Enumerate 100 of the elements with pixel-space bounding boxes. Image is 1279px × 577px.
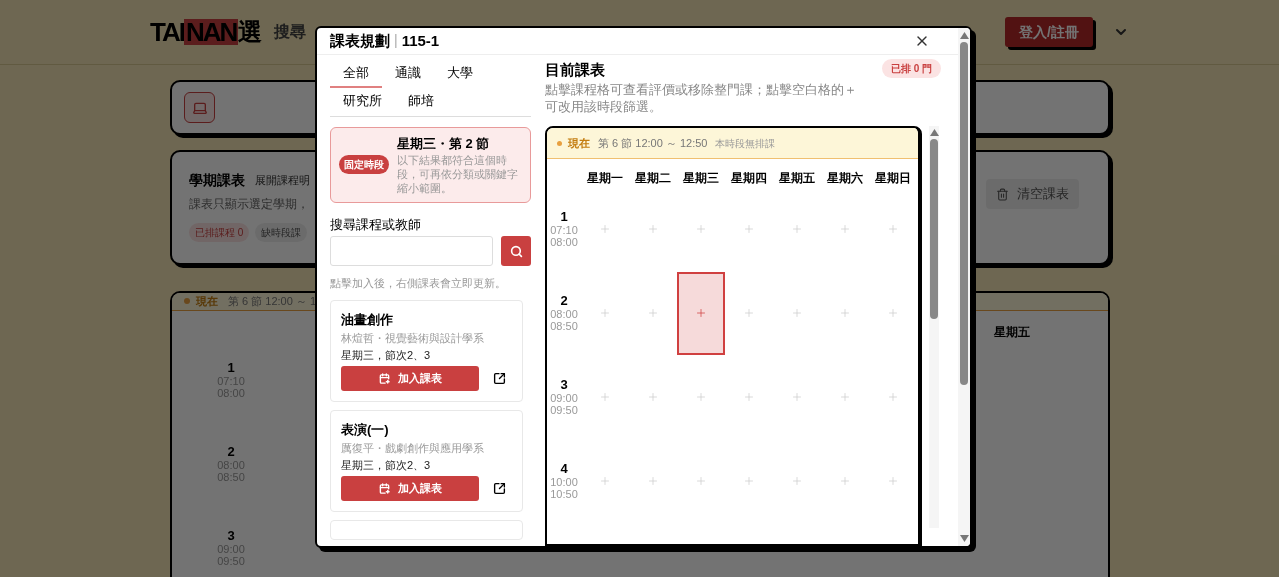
filter-tab[interactable]: 大學: [434, 59, 486, 88]
plus-icon: [695, 475, 707, 487]
nav-link[interactable]: 搜尋: [274, 20, 307, 44]
plus-icon: [887, 223, 899, 235]
day-header: 星期日: [874, 170, 912, 187]
plus-icon: [647, 475, 659, 487]
plus-icon: [791, 307, 803, 319]
filter-tab[interactable]: 全部: [330, 59, 382, 88]
period-time: 10:00: [550, 476, 578, 488]
search-label: 搜尋課程或教師: [330, 215, 422, 234]
plus-icon: [887, 475, 899, 487]
plus-icon: [599, 307, 611, 319]
calendar-plus-icon: [378, 482, 390, 494]
plus-icon: [839, 475, 851, 487]
period-time: 07:10: [550, 224, 578, 236]
slot-title: 星期三・第 2 節: [397, 134, 491, 153]
period-number: 1: [227, 359, 235, 375]
day-header: 星期五: [994, 323, 1030, 341]
plus-icon: [839, 223, 851, 235]
plus-icon: [743, 475, 755, 487]
plus-icon: [599, 223, 611, 235]
laptop-button[interactable]: [184, 92, 215, 123]
day-header: 星期四: [730, 170, 768, 187]
plus-icon: [647, 307, 659, 319]
course-name: 油畫創作: [341, 310, 394, 329]
scrollbar[interactable]: [929, 126, 939, 528]
search-field[interactable]: [330, 236, 493, 266]
period-number: 1: [560, 209, 568, 224]
plus-icon: [647, 391, 659, 403]
plus-icon: [743, 223, 755, 235]
card-description: 課表只顯示選定學期，: [189, 196, 310, 213]
scroll-up-icon[interactable]: [959, 32, 969, 39]
fixed-slot-badge: 固定時段: [339, 155, 389, 174]
filter-tab[interactable]: 研究所: [330, 87, 395, 116]
external-link-icon[interactable]: [493, 371, 506, 385]
period-number: 3: [227, 527, 235, 543]
now-label: 現在: [196, 294, 218, 309]
period-time: 08:00: [550, 308, 578, 320]
plus-icon: [743, 391, 755, 403]
external-link-icon[interactable]: [493, 481, 506, 495]
plus-icon: [695, 391, 707, 403]
plus-icon: [695, 307, 707, 319]
login-button[interactable]: 登入/註冊: [1005, 17, 1093, 47]
period-number: 2: [560, 293, 568, 308]
filter-tab[interactable]: 師培: [395, 87, 447, 116]
term-label: 115-1: [401, 30, 440, 51]
course-time: 星期三，節次2、3: [341, 347, 432, 363]
day-header: 星期五: [778, 170, 816, 187]
plus-icon: [791, 391, 803, 403]
course-teacher: 林煊哲・視覺藝術與設計學系: [341, 330, 485, 346]
add-course-button[interactable]: 加入課表: [341, 475, 479, 501]
plus-icon: [599, 391, 611, 403]
plus-icon: [647, 223, 659, 235]
period-time: 09:50: [550, 404, 578, 416]
period-time: 09:00: [550, 392, 578, 404]
period-time: 08:00: [550, 236, 578, 248]
hint-text: 點擊加入後，右側課表會立即更新。: [330, 276, 507, 291]
expand-link[interactable]: 展開課程明: [255, 172, 310, 189]
period-number: 2: [227, 443, 235, 459]
plus-icon: [839, 391, 851, 403]
count-badge: 已排課程 0: [189, 223, 250, 242]
add-course-button[interactable]: 加入課表: [341, 365, 479, 391]
count-badge: 已排 0 門: [881, 58, 941, 78]
card-title: 學期課表: [189, 171, 245, 190]
slot-cell[interactable]: [677, 271, 725, 355]
plus-icon: [887, 391, 899, 403]
day-header: 星期六: [826, 170, 864, 187]
plus-icon: [839, 307, 851, 319]
scroll-down-icon[interactable]: [959, 535, 969, 542]
period-number: 4: [560, 461, 568, 476]
now-note: 本時段無排課: [715, 136, 776, 151]
title-separator: |: [394, 31, 398, 51]
course-time: 星期三，節次2、3: [341, 457, 432, 473]
search-icon: [509, 244, 523, 258]
now-period: 第 6 節 12:00 ～ 12:50: [598, 135, 708, 151]
plus-icon: [695, 223, 707, 235]
course-teacher: 厲復平・戲劇創作與應用學系: [341, 440, 485, 456]
plus-icon: [791, 475, 803, 487]
day-header: 星期一: [586, 170, 624, 187]
scrollbar-thumb[interactable]: [930, 139, 938, 319]
period-time: 10:50: [550, 488, 578, 500]
filter-tab[interactable]: 通識: [382, 59, 434, 88]
count-badge: 缺時段課: [255, 223, 308, 242]
plus-icon: [599, 475, 611, 487]
trash-icon: [996, 187, 1009, 201]
slot-description: 以下結果都符合這個時段，可再依分類或關鍵字縮小範圍。: [397, 153, 519, 196]
now-label: 現在: [568, 135, 590, 151]
plus-icon: [743, 307, 755, 319]
plus-icon: [887, 307, 899, 319]
plus-icon: [791, 223, 803, 235]
schedule-description: 點擊課程格可查看評價或移除整門課；點擊空白格的＋可改用該時段篩選。: [545, 81, 858, 115]
scrollbar[interactable]: [958, 28, 970, 546]
course-name: 表演(一): [341, 420, 390, 439]
scroll-up-icon[interactable]: [929, 129, 939, 136]
scrollbar-thumb[interactable]: [960, 42, 968, 385]
clear-button[interactable]: 清空課表: [986, 179, 1079, 209]
modal-title: 課表規劃: [330, 30, 390, 51]
calendar-plus-icon: [378, 372, 390, 384]
day-header: 星期三: [682, 170, 720, 187]
search-button[interactable]: [501, 236, 531, 266]
